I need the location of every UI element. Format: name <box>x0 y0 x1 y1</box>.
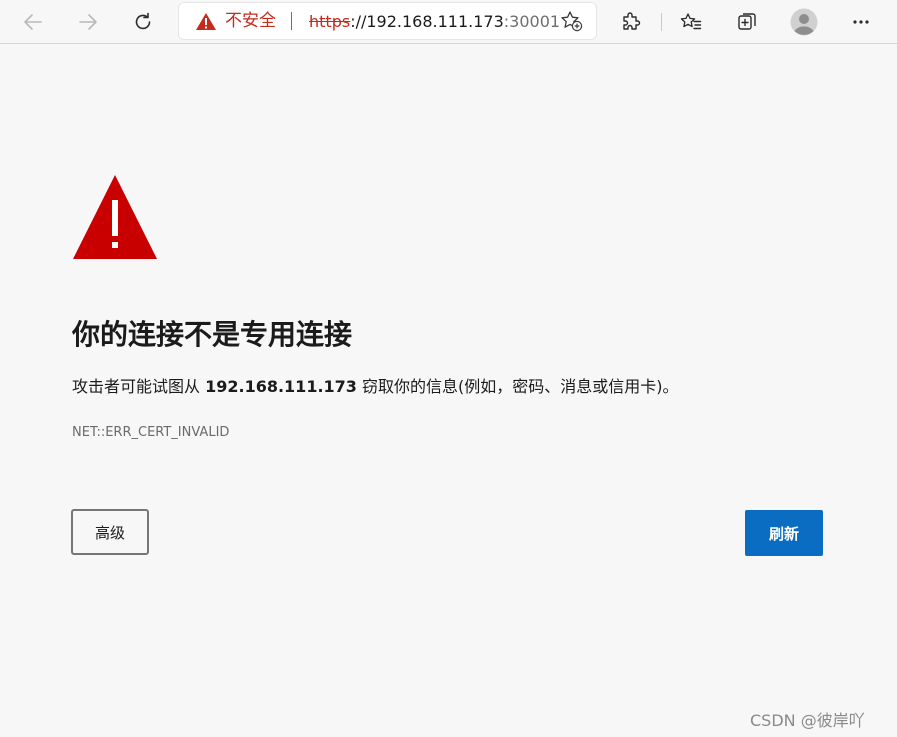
refresh-icon <box>135 12 151 30</box>
favorites-button[interactable] <box>675 6 707 38</box>
back-icon <box>24 14 42 30</box>
url-scheme: https <box>309 12 351 31</box>
toolbar-divider <box>661 13 662 31</box>
forward-icon <box>79 14 97 30</box>
page-title: 你的连接不是专用连接 <box>72 318 353 351</box>
collections-button[interactable] <box>731 6 763 38</box>
add-favorite-button[interactable] <box>557 9 587 33</box>
watermark: CSDN @彼岸吖 <box>750 711 865 730</box>
url-separator: :// <box>350 12 367 31</box>
address-divider <box>291 12 292 30</box>
profile-button[interactable] <box>788 6 820 38</box>
profile-icon <box>790 8 818 36</box>
error-description: 攻击者可能试图从 192.168.111.173 窃取你的信息(例如，密码、消息… <box>72 376 679 398</box>
collections-icon <box>738 13 756 30</box>
address-bar[interactable]: 不安全 https://192.168.111.173:30001 <box>179 3 596 39</box>
extensions-button[interactable] <box>615 6 647 38</box>
description-host: 192.168.111.173 <box>205 377 357 396</box>
more-icon <box>853 20 869 24</box>
back-button[interactable] <box>17 6 49 38</box>
reload-button[interactable] <box>127 6 159 38</box>
error-code[interactable]: NET::ERR_CERT_INVALID <box>72 424 229 442</box>
add-favorite-icon <box>561 11 583 32</box>
more-button[interactable] <box>845 6 877 38</box>
description-prefix: 攻击者可能试图从 <box>72 377 206 396</box>
warning-icon[interactable] <box>195 12 217 31</box>
url-port: :30001 <box>503 12 561 31</box>
favorites-icon <box>680 13 702 30</box>
error-warning-icon <box>73 175 157 259</box>
extensions-icon <box>623 12 641 30</box>
url-text[interactable]: https://192.168.111.173:30001 <box>309 12 560 32</box>
security-status-text[interactable]: 不安全 <box>225 11 276 31</box>
browser-toolbar: 不安全 https://192.168.111.173:30001 <box>0 0 897 44</box>
advanced-button[interactable]: 高级 <box>71 509 149 555</box>
description-suffix: 窃取你的信息(例如，密码、消息或信用卡)。 <box>356 377 679 396</box>
forward-button[interactable] <box>72 6 104 38</box>
refresh-button[interactable]: 刷新 <box>745 510 823 556</box>
url-host: 192.168.111.173 <box>366 12 504 31</box>
